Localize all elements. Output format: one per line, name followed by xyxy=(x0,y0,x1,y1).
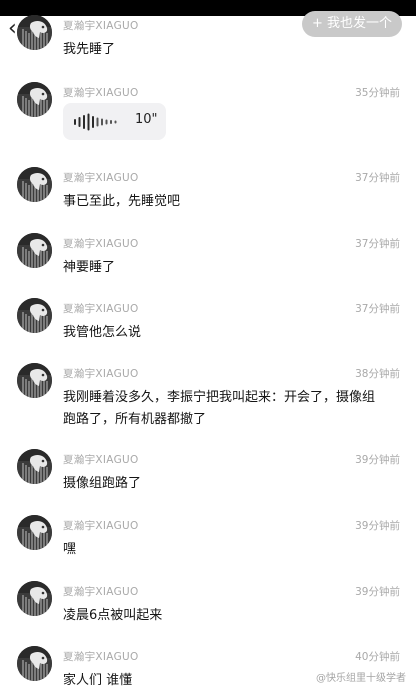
author-name[interactable]: 夏瀚宇XIAGUO xyxy=(63,366,139,381)
author-name[interactable]: 夏瀚宇XIAGUO xyxy=(63,236,139,251)
timestamp: 37分钟前 xyxy=(355,303,400,315)
avatar[interactable] xyxy=(17,363,52,398)
watermark: @快乐组里十级学者 xyxy=(316,673,406,684)
author-name[interactable]: 夏瀚宇XIAGUO xyxy=(63,649,139,664)
avatar[interactable] xyxy=(17,298,52,333)
message-text: 凌晨6点被叫起来 xyxy=(63,608,163,623)
timestamp: 39分钟前 xyxy=(355,520,400,532)
timestamp: 35分钟前 xyxy=(355,87,400,99)
avatar[interactable] xyxy=(17,581,52,616)
voice-message-bubble[interactable]: 10" xyxy=(63,103,166,140)
avatar[interactable] xyxy=(17,15,52,50)
post-one-too-button[interactable]: + 我也发一个 xyxy=(301,11,402,37)
author-name[interactable]: 夏瀚宇XIAGUO xyxy=(63,170,139,185)
timestamp: 38分钟前 xyxy=(355,368,400,380)
timestamp: 37分钟前 xyxy=(355,238,400,250)
author-name[interactable]: 夏瀚宇XIAGUO xyxy=(63,452,139,467)
message-text: 我刚睡着没多久，李振宁把我叫起来：开会了，摄像组跑路了，所有机器都撤了 xyxy=(63,390,376,427)
author-name[interactable]: 夏瀚宇XIAGUO xyxy=(63,584,139,599)
timestamp: 39分钟前 xyxy=(355,586,400,598)
message-text: 我先睡了 xyxy=(63,42,116,57)
timestamp: 40分钟前 xyxy=(355,651,400,663)
avatar[interactable] xyxy=(17,515,52,550)
message-text: 摄像组跑路了 xyxy=(63,476,142,491)
avatar[interactable] xyxy=(17,82,52,117)
voice-duration: 10" xyxy=(135,112,158,127)
message-text: 我管他怎么说 xyxy=(63,325,142,340)
author-name[interactable]: 夏瀚宇XIAGUO xyxy=(63,18,139,33)
message-text: 神要睡了 xyxy=(63,260,116,275)
author-name[interactable]: 夏瀚宇XIAGUO xyxy=(63,301,139,316)
avatar[interactable] xyxy=(17,449,52,484)
timestamp: 37分钟前 xyxy=(355,172,400,184)
author-name[interactable]: 夏瀚宇XIAGUO xyxy=(63,518,139,533)
audio-wave-icon xyxy=(72,113,122,135)
message-text: 嘿 xyxy=(63,542,77,557)
timestamp: 39分钟前 xyxy=(355,454,400,466)
message-text: 事已至此，先睡觉吧 xyxy=(63,194,181,209)
avatar[interactable] xyxy=(17,233,52,268)
avatar[interactable] xyxy=(17,167,52,202)
author-name[interactable]: 夏瀚宇XIAGUO xyxy=(63,85,139,100)
avatar[interactable] xyxy=(17,646,52,681)
